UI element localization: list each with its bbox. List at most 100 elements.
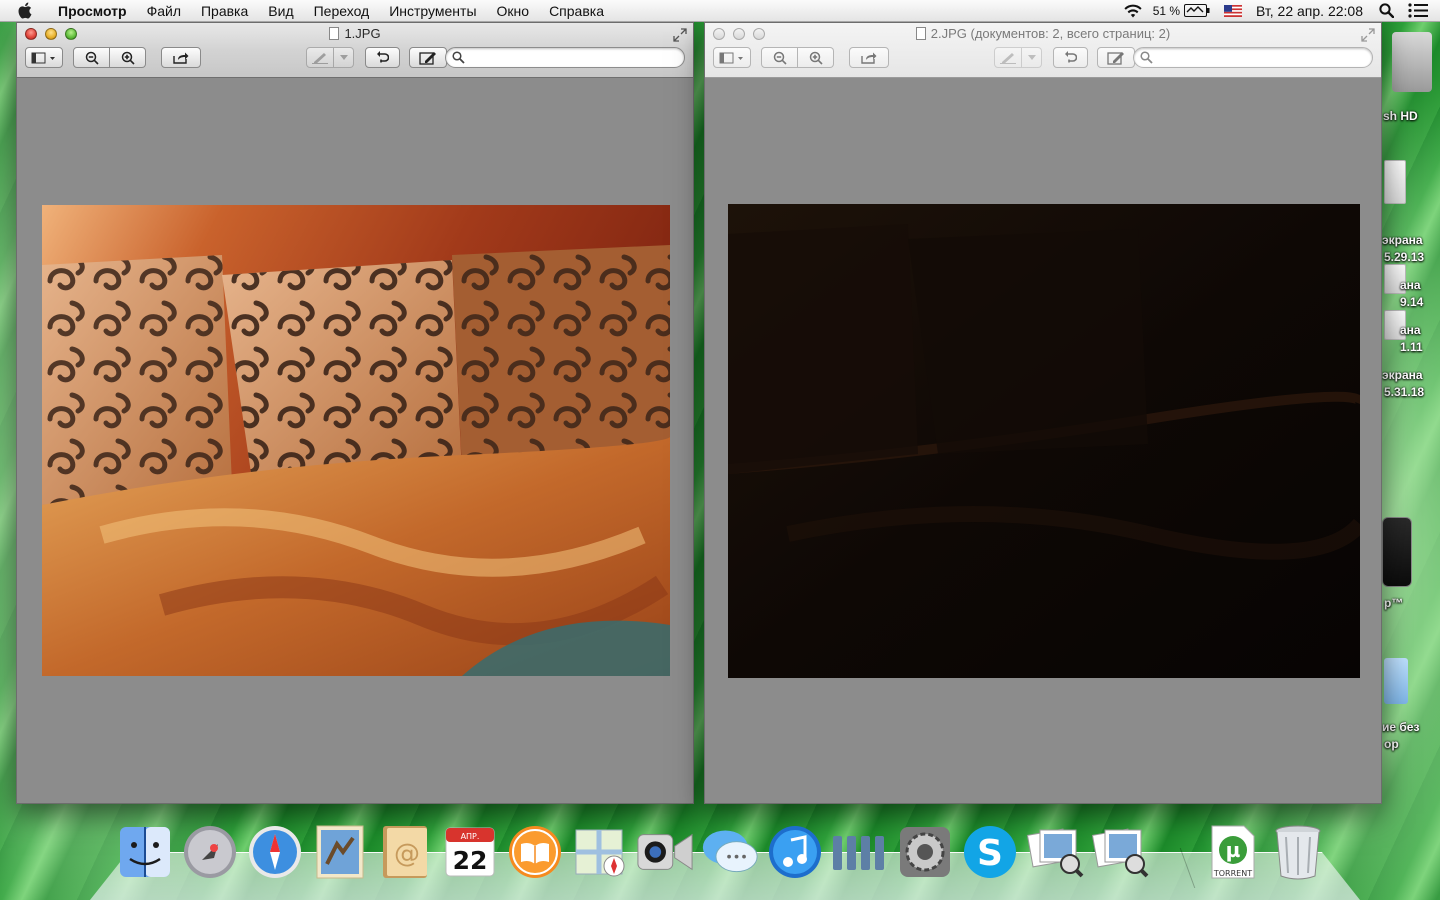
image-1-jpg[interactable]: [42, 205, 670, 676]
fullscreen-icon[interactable]: [1361, 28, 1375, 42]
messages-icon[interactable]: [701, 822, 759, 882]
preview-window-2: 2.JPG (документов: 2, всего страниц: 2): [704, 22, 1382, 804]
desktop-label-screenshot-3a[interactable]: ана: [1400, 322, 1421, 339]
image-2-jpg[interactable]: [728, 204, 1360, 678]
battery-percent[interactable]: 51 %: [1153, 4, 1180, 18]
menu-tools[interactable]: Инструменты: [379, 0, 486, 22]
zoom-in-button[interactable]: [110, 47, 146, 68]
search-icon: [1140, 51, 1153, 64]
search-input[interactable]: [468, 50, 674, 65]
dock-separator: [1179, 848, 1196, 888]
sidebar-view-button[interactable]: [713, 47, 751, 68]
desktop-hd-icon[interactable]: [1392, 32, 1432, 92]
utorrent-icon[interactable]: µ TORRENT: [1204, 822, 1262, 882]
chevron-down-icon: [1027, 54, 1036, 60]
zoom-out-button[interactable]: [73, 47, 110, 68]
zoom-in-icon: [121, 51, 135, 65]
menu-file[interactable]: Файл: [137, 0, 191, 22]
search-input[interactable]: [1156, 50, 1362, 65]
rotate-button[interactable]: [365, 47, 400, 68]
menu-window[interactable]: Окно: [487, 0, 540, 22]
system-preferences-icon[interactable]: [896, 822, 954, 882]
desktop-label-screenshot-1a[interactable]: экрана: [1382, 232, 1423, 249]
search-icon: [452, 51, 465, 64]
desktop-label-screenshot-2a[interactable]: ана: [1400, 277, 1421, 294]
desktop-label-screenshot-4b[interactable]: 5.31.18: [1384, 384, 1424, 401]
menu-clock[interactable]: Вт, 22 апр. 22:08: [1256, 3, 1363, 19]
share-icon: [173, 52, 189, 64]
itunes-icon[interactable]: [766, 822, 824, 882]
desktop-label-screenshot-3b[interactable]: 1.11: [1400, 339, 1423, 356]
trash-icon[interactable]: [1269, 822, 1327, 882]
markup-dropdown-button[interactable]: [1022, 47, 1042, 68]
rotate-button[interactable]: [1053, 47, 1088, 68]
rotate-icon: [376, 50, 389, 62]
search-field[interactable]: [445, 47, 685, 68]
desktop-folder-icon[interactable]: [1384, 658, 1408, 704]
desktop-label-screenshot-2b[interactable]: 9.14: [1400, 294, 1423, 311]
launchpad-icon[interactable]: [181, 822, 239, 882]
markup-dropdown-button[interactable]: [334, 47, 354, 68]
svg-text:µ: µ: [1226, 838, 1241, 862]
svg-text:@: @: [394, 839, 420, 869]
menu-view[interactable]: Вид: [258, 0, 303, 22]
menu-app-preview[interactable]: Просмотр: [48, 0, 137, 22]
window-titlebar[interactable]: 2.JPG (документов: 2, всего страниц: 2): [705, 23, 1381, 78]
safari-icon[interactable]: [246, 822, 304, 882]
menu-help[interactable]: Справка: [539, 0, 614, 22]
zoom-out-button[interactable]: [761, 47, 798, 68]
fullscreen-icon[interactable]: [673, 28, 687, 42]
zoom-in-button[interactable]: [798, 47, 834, 68]
preview-icon[interactable]: [1026, 822, 1084, 882]
share-button[interactable]: [161, 47, 201, 68]
maps-icon[interactable]: [571, 822, 629, 882]
skype-icon[interactable]: S: [961, 822, 1019, 882]
apple-menu-icon[interactable]: [16, 2, 34, 20]
sidebar-view-button[interactable]: [25, 47, 63, 68]
notification-center-icon[interactable]: [1408, 3, 1428, 18]
desktop-label-folder-b[interactable]: ор: [1384, 736, 1399, 753]
edit-toolbar-icon: [1107, 51, 1124, 65]
calendar-icon[interactable]: АПР. 22: [441, 822, 499, 882]
pen-icon: [312, 52, 328, 64]
chevron-down-icon: [339, 54, 348, 60]
markup-pen-button[interactable]: [994, 47, 1022, 68]
equalizer-app-icon[interactable]: [831, 822, 889, 882]
wifi-icon[interactable]: [1123, 4, 1143, 18]
share-button[interactable]: [849, 47, 889, 68]
preview-2-icon[interactable]: [1091, 822, 1149, 882]
desktop-label-screenshot-4a[interactable]: экрана: [1382, 367, 1423, 384]
us-flag-icon[interactable]: [1224, 4, 1243, 17]
desktop-screenshot-file-icon[interactable]: [1384, 160, 1406, 204]
window-titlebar[interactable]: 1.JPG: [17, 23, 693, 78]
edit-toolbar-button[interactable]: [1097, 47, 1135, 68]
contacts-icon[interactable]: @: [376, 822, 434, 882]
share-icon: [861, 52, 877, 64]
document-proxy-icon[interactable]: [329, 27, 340, 40]
document-proxy-icon[interactable]: [915, 27, 926, 40]
facetime-icon[interactable]: [636, 822, 694, 882]
document-view[interactable]: [17, 78, 693, 803]
ibooks-icon[interactable]: [506, 822, 564, 882]
zoom-out-icon: [773, 51, 787, 65]
desktop-label-folder-a[interactable]: ие без: [1382, 719, 1419, 736]
menu-go[interactable]: Переход: [304, 0, 380, 22]
search-field[interactable]: [1133, 47, 1373, 68]
desktop-app-icon[interactable]: [1382, 517, 1412, 587]
mail-icon[interactable]: [311, 822, 369, 882]
menu-edit[interactable]: Правка: [191, 0, 258, 22]
finder-icon[interactable]: [116, 822, 174, 882]
window-title: 1.JPG: [344, 26, 381, 41]
dock: @ АПР. 22 S µ TORRENT: [112, 818, 1332, 890]
edit-toolbar-icon: [419, 51, 436, 65]
document-view[interactable]: [705, 78, 1381, 803]
sidebar-icon: [719, 52, 743, 63]
battery-charging-icon[interactable]: [1184, 4, 1210, 17]
markup-pen-button[interactable]: [306, 47, 334, 68]
preview-window-1: 1.JPG: [16, 22, 694, 804]
window-title: 2.JPG (документов: 2, всего страниц: 2): [930, 26, 1171, 41]
desktop-label-hd[interactable]: sh HD: [1383, 108, 1418, 125]
edit-toolbar-button[interactable]: [409, 47, 447, 68]
desktop-label-app[interactable]: р™: [1384, 595, 1403, 612]
spotlight-icon[interactable]: [1379, 3, 1394, 18]
